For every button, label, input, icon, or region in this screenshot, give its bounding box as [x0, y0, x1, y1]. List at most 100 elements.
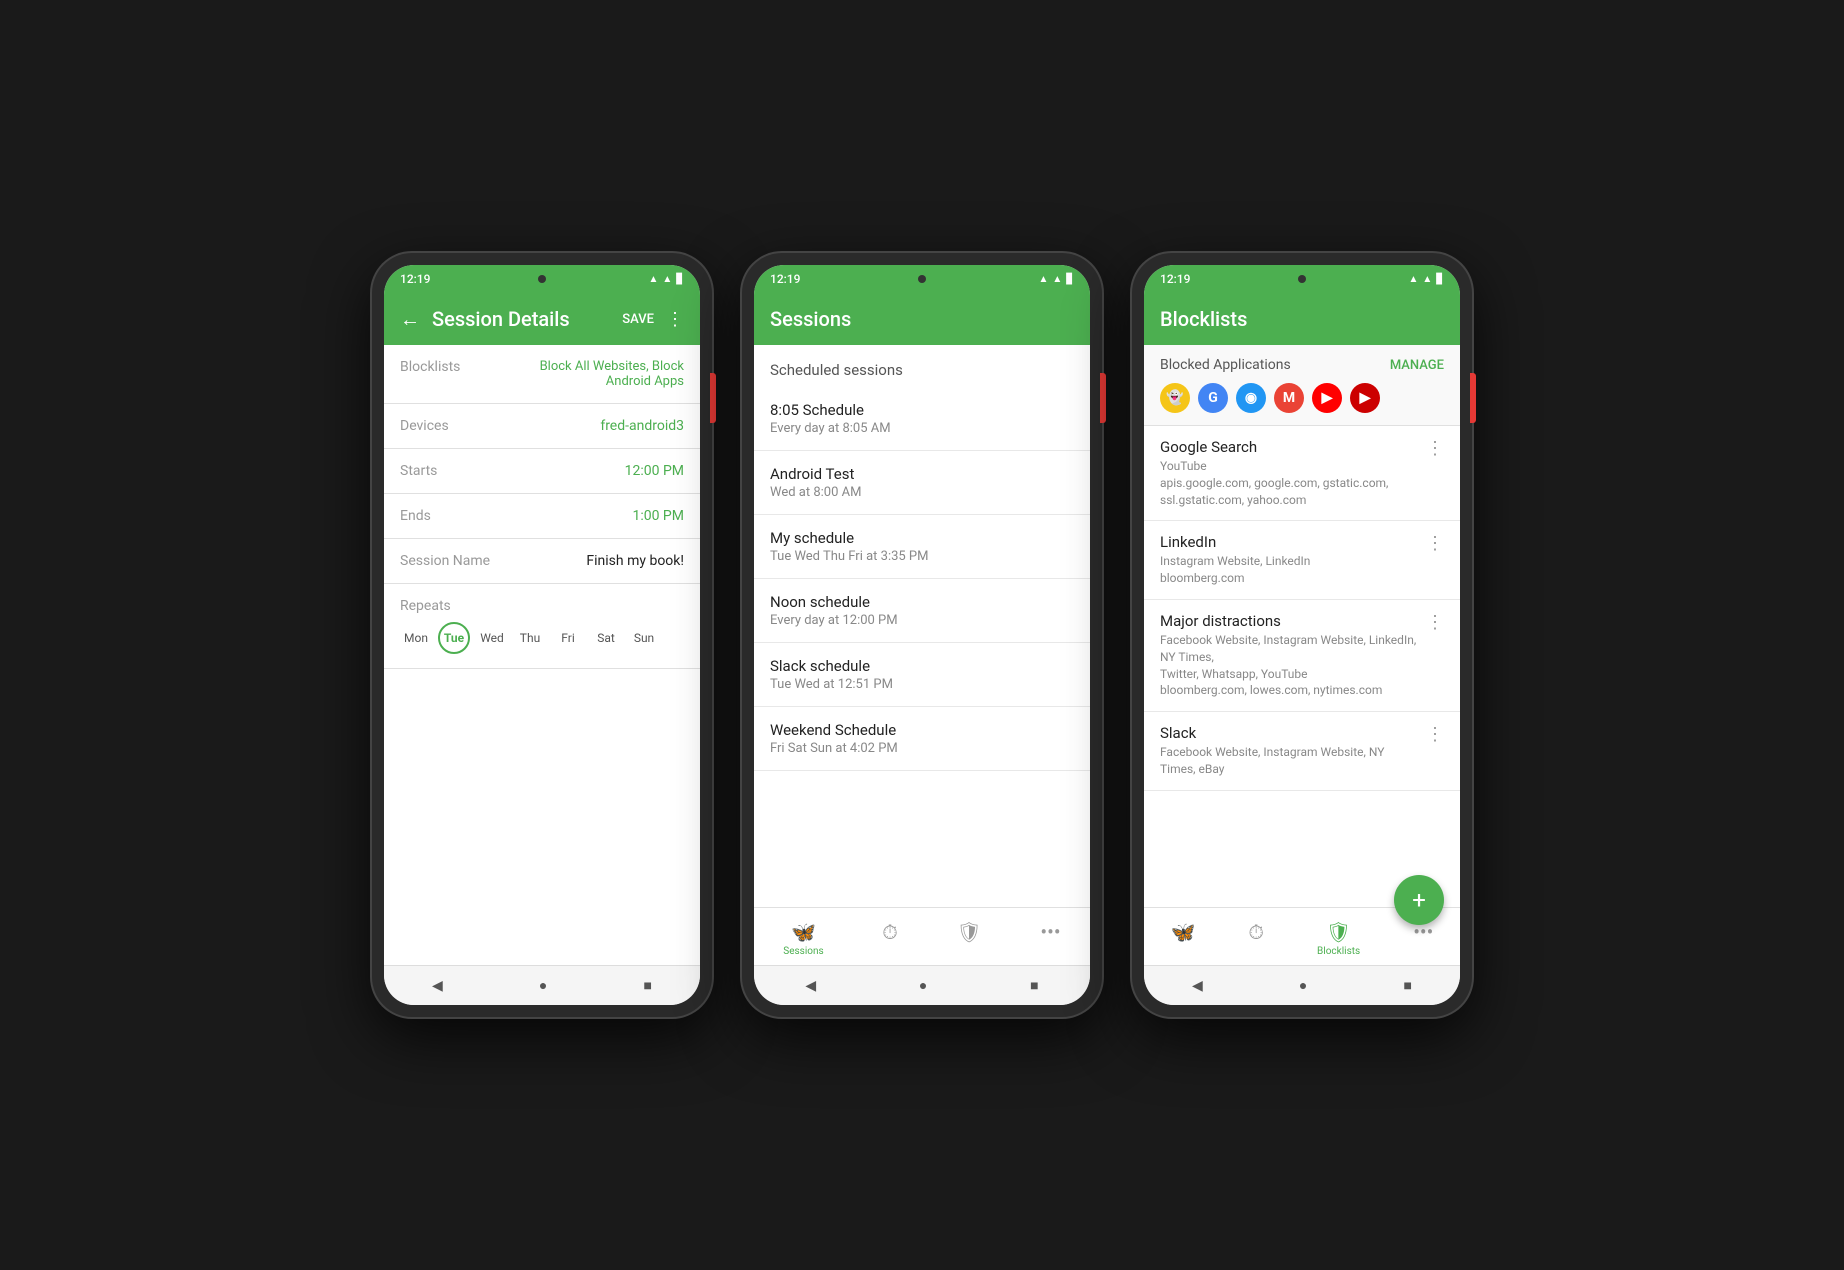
blocked-apps-section: Blocked Applications MANAGE 👻 G ◉ M ▶ ▶	[1144, 345, 1460, 426]
blocklist-google-name: Google Search	[1160, 438, 1418, 456]
app-icon-gmail: M	[1274, 383, 1304, 413]
session-details-screen: Blocklists Block All Websites, Block And…	[384, 345, 700, 965]
devices-value[interactable]: fred-android3	[510, 418, 684, 434]
blocklist-slack-name: Slack	[1160, 724, 1418, 742]
app-header-2: Sessions	[754, 293, 1090, 345]
session-name-label: Session Name	[400, 553, 510, 569]
session-item-5[interactable]: Slack schedule Tue Wed at 12:51 PM	[754, 643, 1090, 707]
nav-history[interactable]: ⏱	[870, 916, 910, 961]
save-button[interactable]: SAVE	[622, 312, 654, 327]
blocklist-google-more[interactable]: ⋮	[1418, 438, 1444, 459]
camera-dot	[538, 275, 546, 283]
day-sun[interactable]: Sun	[628, 622, 660, 654]
day-sat[interactable]: Sat	[590, 622, 622, 654]
history-icon: ⏱	[882, 920, 898, 944]
session-time-3: Tue Wed Thu Fri at 3:35 PM	[770, 549, 1074, 564]
blocklist-major[interactable]: Major distractions Facebook Website, Ins…	[1144, 600, 1460, 712]
session-name-2: Android Test	[770, 465, 1074, 483]
page-title-2: Sessions	[770, 307, 1074, 331]
session-item-6[interactable]: Weekend Schedule Fri Sat Sun at 4:02 PM	[754, 707, 1090, 771]
manage-button[interactable]: MANAGE	[1390, 358, 1444, 373]
nav-blocklists-3[interactable]: 🛡 Blocklists	[1305, 916, 1372, 961]
day-tue[interactable]: Tue	[438, 622, 470, 654]
status-icons-1: ▲ ▲ ▊	[648, 274, 684, 285]
blocklists-row: Blocklists Block All Websites, Block And…	[384, 345, 700, 404]
session-item-2[interactable]: Android Test Wed at 8:00 AM	[754, 451, 1090, 515]
blocklists-screen: Blocked Applications MANAGE 👻 G ◉ M ▶ ▶	[1144, 345, 1460, 965]
android-home-2[interactable]: ●	[919, 977, 927, 994]
sessions-icon: 🦋	[791, 920, 816, 944]
session-details-content: Blocklists Block All Websites, Block And…	[384, 345, 700, 965]
blocklist-google[interactable]: Google Search YouTubeapis.google.com, go…	[1144, 426, 1460, 521]
sessions-nav-label: Sessions	[783, 946, 823, 957]
day-wed[interactable]: Wed	[476, 622, 508, 654]
session-item-4[interactable]: Noon schedule Every day at 12:00 PM	[754, 579, 1090, 643]
nav-more[interactable]: •••	[1028, 916, 1072, 961]
ends-row: Ends 1:00 PM	[384, 494, 700, 539]
status-icons-2: ▲ ▲ ▊	[1038, 274, 1074, 285]
blocklists-label-3: Blocklists	[1317, 946, 1360, 957]
blocked-apps-header: Blocked Applications MANAGE	[1160, 357, 1444, 373]
blocklists-nav-icon-3: 🛡	[1326, 920, 1351, 944]
android-recents[interactable]: ■	[643, 977, 651, 994]
wifi-icon-3: ▲	[1408, 274, 1418, 285]
fab-add-button[interactable]: +	[1394, 875, 1444, 925]
nav-sessions[interactable]: 🦋 Sessions	[771, 916, 835, 961]
session-name-row: Session Name Finish my book!	[384, 539, 700, 584]
android-back-3[interactable]: ◀	[1192, 978, 1203, 994]
sessions-icon-3: 🦋	[1171, 920, 1196, 944]
battery-icon-3: ▊	[1436, 274, 1444, 285]
blocklist-google-details: YouTubeapis.google.com, google.com, gsta…	[1160, 458, 1418, 508]
page-title-1: Session Details	[432, 307, 610, 331]
starts-value[interactable]: 12:00 PM	[510, 463, 684, 479]
app-icon-snapchat: 👻	[1160, 383, 1190, 413]
blocklist-slack[interactable]: Slack Facebook Website, Instagram Websit…	[1144, 712, 1460, 791]
blocklists-value[interactable]: Block All Websites, Block Android Apps	[510, 359, 684, 389]
phone-session-details: 12:19 ▲ ▲ ▊ ← Session Details SAVE ⋮ Blo…	[372, 253, 712, 1017]
session-time-5: Tue Wed at 12:51 PM	[770, 677, 1074, 692]
app-icon-youtube2: ▶	[1350, 383, 1380, 413]
ends-value[interactable]: 1:00 PM	[510, 508, 684, 524]
day-mon[interactable]: Mon	[400, 622, 432, 654]
blocklist-slack-more[interactable]: ⋮	[1418, 724, 1444, 745]
session-name-value[interactable]: Finish my book!	[510, 553, 684, 569]
status-time-2: 12:19	[770, 272, 800, 286]
nav-history-3[interactable]: ⏱	[1236, 916, 1276, 961]
android-back-2[interactable]: ◀	[805, 978, 816, 994]
bottom-nav-2: 🦋 Sessions ⏱ 🛡 •••	[754, 907, 1090, 965]
blocklist-slack-info: Slack Facebook Website, Instagram Websit…	[1160, 724, 1418, 778]
day-thu[interactable]: Thu	[514, 622, 546, 654]
repeats-row: Repeats Mon Tue Wed Thu Fri Sat Sun	[384, 584, 700, 669]
nav-blocklists[interactable]: 🛡	[944, 916, 993, 961]
android-back[interactable]: ◀	[432, 978, 443, 994]
app-icons-row: 👻 G ◉ M ▶ ▶	[1160, 383, 1444, 413]
wifi-icon: ▲	[648, 274, 658, 285]
blocklist-slack-details: Facebook Website, Instagram Website, NY …	[1160, 744, 1418, 778]
repeats-label: Repeats	[400, 598, 684, 614]
android-home[interactable]: ●	[539, 977, 547, 994]
blocklists-label: Blocklists	[400, 359, 510, 375]
android-nav-3: ◀ ● ■	[1144, 965, 1460, 1005]
session-name-4: Noon schedule	[770, 593, 1074, 611]
back-button[interactable]: ←	[400, 307, 420, 332]
android-home-3[interactable]: ●	[1299, 977, 1307, 994]
statusbar-3: 12:19 ▲ ▲ ▊	[1144, 265, 1460, 293]
session-item-3[interactable]: My schedule Tue Wed Thu Fri at 3:35 PM	[754, 515, 1090, 579]
nav-sessions-3[interactable]: 🦋	[1159, 916, 1208, 961]
more-menu-button[interactable]: ⋮	[666, 309, 684, 330]
blocklist-linkedin-details: Instagram Website, LinkedInbloomberg.com	[1160, 553, 1418, 587]
android-recents-2[interactable]: ■	[1030, 977, 1038, 994]
blocklists-nav-icon: 🛡	[956, 920, 981, 944]
sessions-section-header: Scheduled sessions	[754, 345, 1090, 387]
android-recents-3[interactable]: ■	[1403, 977, 1411, 994]
phone-sessions: 12:19 ▲ ▲ ▊ Sessions Scheduled sessions …	[742, 253, 1102, 1017]
blocklist-linkedin[interactable]: LinkedIn Instagram Website, LinkedInbloo…	[1144, 521, 1460, 600]
blocklist-major-more[interactable]: ⋮	[1418, 612, 1444, 633]
day-fri[interactable]: Fri	[552, 622, 584, 654]
page-title-3: Blocklists	[1160, 307, 1444, 331]
session-time-1: Every day at 8:05 AM	[770, 421, 1074, 436]
session-item-1[interactable]: 8:05 Schedule Every day at 8:05 AM	[754, 387, 1090, 451]
statusbar-2: 12:19 ▲ ▲ ▊	[754, 265, 1090, 293]
blocklist-linkedin-more[interactable]: ⋮	[1418, 533, 1444, 554]
session-time-6: Fri Sat Sun at 4:02 PM	[770, 741, 1074, 756]
